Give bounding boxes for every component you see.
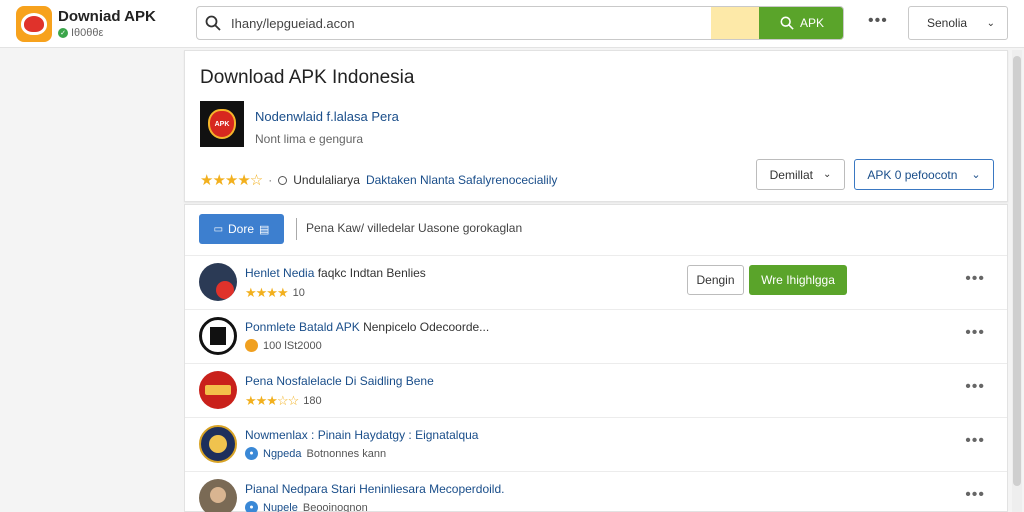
list-item-sub-text: Beooinognon <box>302 501 368 512</box>
list-item-title[interactable]: Henlet Nedia faqkc Indtan Benlies <box>245 266 426 280</box>
search-button-label: ΑΡΚ <box>799 16 824 30</box>
search-button[interactable]: ΑΡΚ <box>759 7 843 39</box>
list-item-title[interactable]: Ponmlete Batald APK Nenpicelo Odecoorde.… <box>245 320 489 334</box>
search-icon <box>205 15 221 31</box>
list-item-sub-link[interactable]: Ngpeda <box>263 448 302 460</box>
filter-icon: ▭ <box>213 223 224 235</box>
list-item-meta: ★★★★ 10 <box>245 285 305 301</box>
rating-count: 180 <box>303 395 322 407</box>
list-item-title-rest: Nenpicelo Odecoorde... <box>363 320 490 334</box>
avatar <box>199 371 237 409</box>
detail-button[interactable]: Demillat ⌄ <box>756 159 845 190</box>
clock-icon <box>278 175 288 185</box>
chevron-down-icon: ⌄ <box>971 169 981 181</box>
primary-button[interactable]: Wre Ihighlgga <box>749 265 847 295</box>
list-item-title-link[interactable]: Henlet Nedia <box>245 266 314 280</box>
chevron-down-icon: ⌄ <box>986 17 995 29</box>
rating-stars-icon: ★★★★ <box>245 285 289 300</box>
list-item-sub-text: Botnonnes kann <box>306 447 387 460</box>
coin-icon <box>245 339 258 352</box>
list-item[interactable]: Pena Nosfalelacle Di Saidling Bene ★★★☆☆… <box>185 363 1007 417</box>
secondary-button[interactable]: Dengin <box>687 265 744 295</box>
divider <box>296 218 297 240</box>
search-highlight <box>711 7 759 39</box>
filter-button[interactable]: ▭ Dore ▤ <box>199 214 284 244</box>
list-item-meta: ● Nupele Beooinognon <box>245 501 368 512</box>
filter-button-label: Dore <box>228 222 255 236</box>
more-options-icon[interactable]: ••• <box>965 486 985 504</box>
language-select-label: Senolia <box>927 16 968 30</box>
rating-row: ★★★★☆ · Undulaliarya Daktaken Nlanta Saf… <box>200 171 557 189</box>
list-item[interactable]: Pianal Nedpara Stari Heninliesara Mecope… <box>185 471 1007 512</box>
list-item-title[interactable]: Pena Nosfalelacle Di Saidling Bene <box>245 374 434 388</box>
detail-button-label: Demillat <box>769 167 813 182</box>
app-name-link[interactable]: Nodenwlaid f.lalasa Pera <box>255 109 399 124</box>
list-item-title-rest: faqkc Indtan Benlies <box>317 266 426 280</box>
list-item-meta: ● Ngpeda Botnonnes kann <box>245 447 386 460</box>
avatar <box>199 317 237 355</box>
list-item-title-link[interactable]: Pianal Nedpara Stari Heninliesara Mecope… <box>245 482 504 496</box>
search-input[interactable] <box>231 7 701 39</box>
avatar <box>199 425 237 463</box>
avatar <box>199 479 237 512</box>
list-item-meta: ★★★☆☆ 180 <box>245 393 322 409</box>
meta-link[interactable]: Daktaken Nlanta Safalyrenocecialily <box>366 173 557 187</box>
scrollbar-thumb[interactable] <box>1013 56 1021 486</box>
more-options-icon[interactable]: ••• <box>965 270 985 288</box>
list-item[interactable]: Nowmenlax : Pinain Haydatgy : Eignatalqu… <box>185 417 1007 471</box>
app-icon[interactable]: APK <box>200 101 244 147</box>
avatar <box>199 263 237 301</box>
list-item-title[interactable]: Pianal Nedpara Stari Heninliesara Mecope… <box>245 482 504 496</box>
app-card: Download APK Indonesia APK Nodenwlaid f.… <box>184 50 1008 202</box>
list-item-title-link[interactable]: Pena Nosfalelacle Di Saidling Bene <box>245 374 434 388</box>
list-item[interactable]: Henlet Nedia faqkc Indtan Benlies ★★★★ 1… <box>185 255 1007 309</box>
more-options-icon[interactable]: ••• <box>868 12 888 30</box>
more-options-icon[interactable]: ••• <box>965 324 985 342</box>
apk-button-label: APK 0 pefoocotn <box>867 167 958 182</box>
list-item-title-link[interactable]: Ponmlete Batald APK <box>245 320 360 334</box>
chevron-down-icon: ⌄ <box>822 169 832 180</box>
list-item-sub-link[interactable]: Nupele <box>263 502 298 512</box>
more-options-icon[interactable]: ••• <box>965 432 985 450</box>
app-subtitle: Nont lima e gengura <box>255 132 364 146</box>
apk-download-button[interactable]: APK 0 pefoocotn ⌄ <box>854 159 994 190</box>
list-item-title-link[interactable]: Nowmenlax : Pinain Haydatgy : Eignatalqu… <box>245 428 478 442</box>
brand-title[interactable]: Downiad APK <box>58 8 156 25</box>
verified-icon: ✓ <box>58 28 68 38</box>
app-list: ▭ Dore ▤ Pena Kaw/ villedelar Uasone gor… <box>184 204 1008 512</box>
rating-count: 10 <box>292 287 305 299</box>
search-icon <box>780 16 794 30</box>
brand-subtitle: ✓ Ιθ0θθε <box>58 27 103 39</box>
download-count: 100 lSt2000 <box>263 339 322 352</box>
rating-stars-icon: ★★★☆☆ <box>245 393 299 408</box>
language-select[interactable]: Senolia ⌄ <box>908 6 1008 40</box>
brand-subtitle-text: Ιθ0θθε <box>71 27 104 39</box>
list-item-title[interactable]: Nowmenlax : Pinain Haydatgy : Eignatalqu… <box>245 428 478 442</box>
separator-dot: · <box>268 173 273 187</box>
list-item[interactable]: Ponmlete Batald APK Nenpicelo Odecoorde.… <box>185 309 1007 363</box>
top-bar: Downiad APK ✓ Ιθ0θθε ΑΡΚ ••• Senolia ⌄ <box>0 0 1024 48</box>
page-title: Download APK Indonesia <box>200 67 415 88</box>
meta-text: Undulaliarya <box>293 173 360 187</box>
badge-icon: ● <box>245 447 258 460</box>
app-logo-icon[interactable] <box>16 6 52 42</box>
search-bar: ΑΡΚ <box>196 6 844 40</box>
rating-stars-icon: ★★★★☆ <box>200 172 263 189</box>
list-item-meta: 100 lSt2000 <box>245 339 322 352</box>
more-options-icon[interactable]: ••• <box>965 378 985 396</box>
document-icon: ▤ <box>259 223 270 236</box>
badge-icon: ● <box>245 501 258 512</box>
filter-description: Pena Kaw/ villedelar Uasone gorokaglan <box>306 221 523 235</box>
